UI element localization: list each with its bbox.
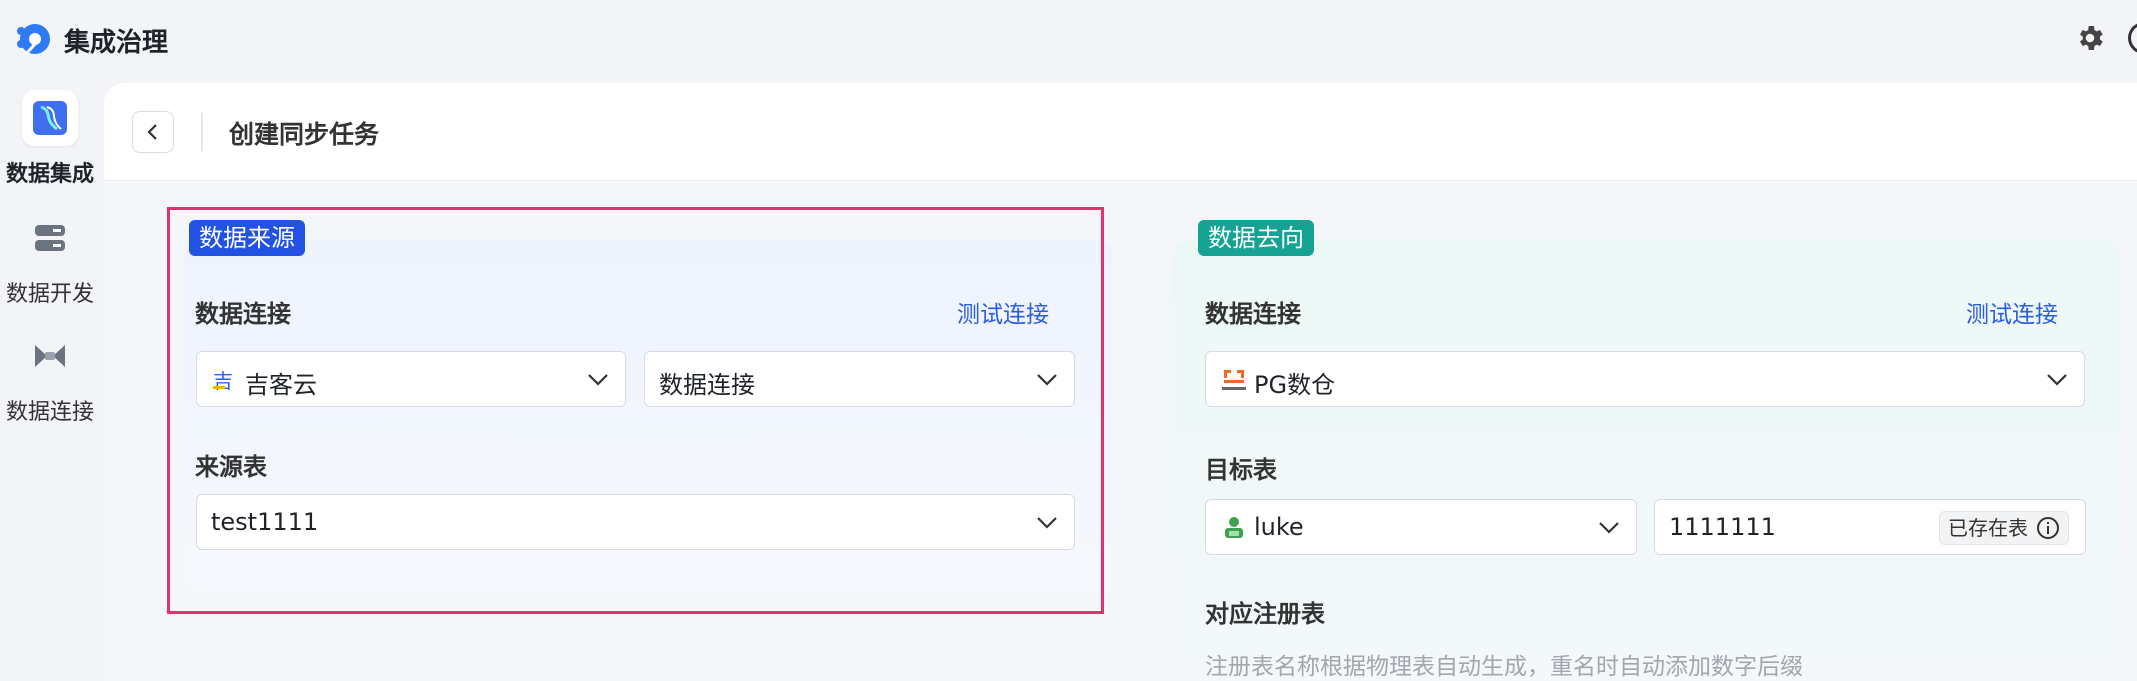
register-table-label: 对应注册表 (1205, 600, 1325, 628)
info-icon[interactable] (2036, 516, 2060, 540)
data-connection-icon (22, 328, 78, 384)
select-value: luke (1254, 513, 1304, 541)
settings-gear-icon[interactable] (2074, 22, 2106, 54)
destination-tag: 数据去向 (1198, 220, 1314, 256)
schema-users-icon (1225, 517, 1243, 538)
top-bar: 集成治理 (0, 0, 2137, 76)
nav-item-data-connection[interactable]: 数据连接 (0, 328, 100, 426)
chevron-down-icon (1599, 522, 1619, 534)
user-menu-icon[interactable] (2128, 22, 2137, 54)
destination-connection-label: 数据连接 (1205, 300, 1301, 328)
destination-test-connection-link[interactable]: 测试连接 (1966, 295, 2058, 329)
back-button[interactable] (132, 111, 174, 153)
nav-label: 数据连接 (5, 400, 94, 425)
destination-connection-select[interactable]: PG数仓 (1205, 351, 2085, 407)
input-value: 1111111 (1669, 513, 1776, 541)
nav-label: 数据集成 (5, 162, 94, 187)
table-exists-badge: 已存在表 (1939, 511, 2069, 545)
header-divider (201, 113, 203, 151)
postgresql-logo-icon (1222, 370, 1246, 390)
select-value: PG数仓 (1254, 371, 1336, 399)
nav-label: 数据开发 (5, 282, 94, 307)
destination-table-input[interactable]: 1111111 已存在表 (1654, 499, 2086, 555)
register-table-hint: 注册表名称根据物理表自动生成，重名时自动添加数字后缀 (1205, 654, 1803, 680)
nav-item-data-integration[interactable]: 数据集成 (0, 90, 100, 188)
destination-target-label: 目标表 (1205, 456, 1277, 484)
chevron-down-icon (2047, 374, 2067, 386)
page-title: 创建同步任务 (229, 120, 380, 149)
app-logo-icon (17, 24, 50, 56)
destination-schema-select[interactable]: luke (1205, 499, 1637, 555)
app-title: 集成治理 (64, 28, 169, 58)
chevron-left-icon (147, 124, 157, 140)
page-header: 创建同步任务 (104, 83, 2137, 181)
nav-item-data-development[interactable]: 数据开发 (0, 210, 100, 308)
badge-label: 已存在表 (1948, 516, 2028, 540)
source-highlight-frame (167, 207, 1104, 614)
data-development-icon (22, 210, 78, 266)
data-integration-icon (22, 90, 78, 146)
